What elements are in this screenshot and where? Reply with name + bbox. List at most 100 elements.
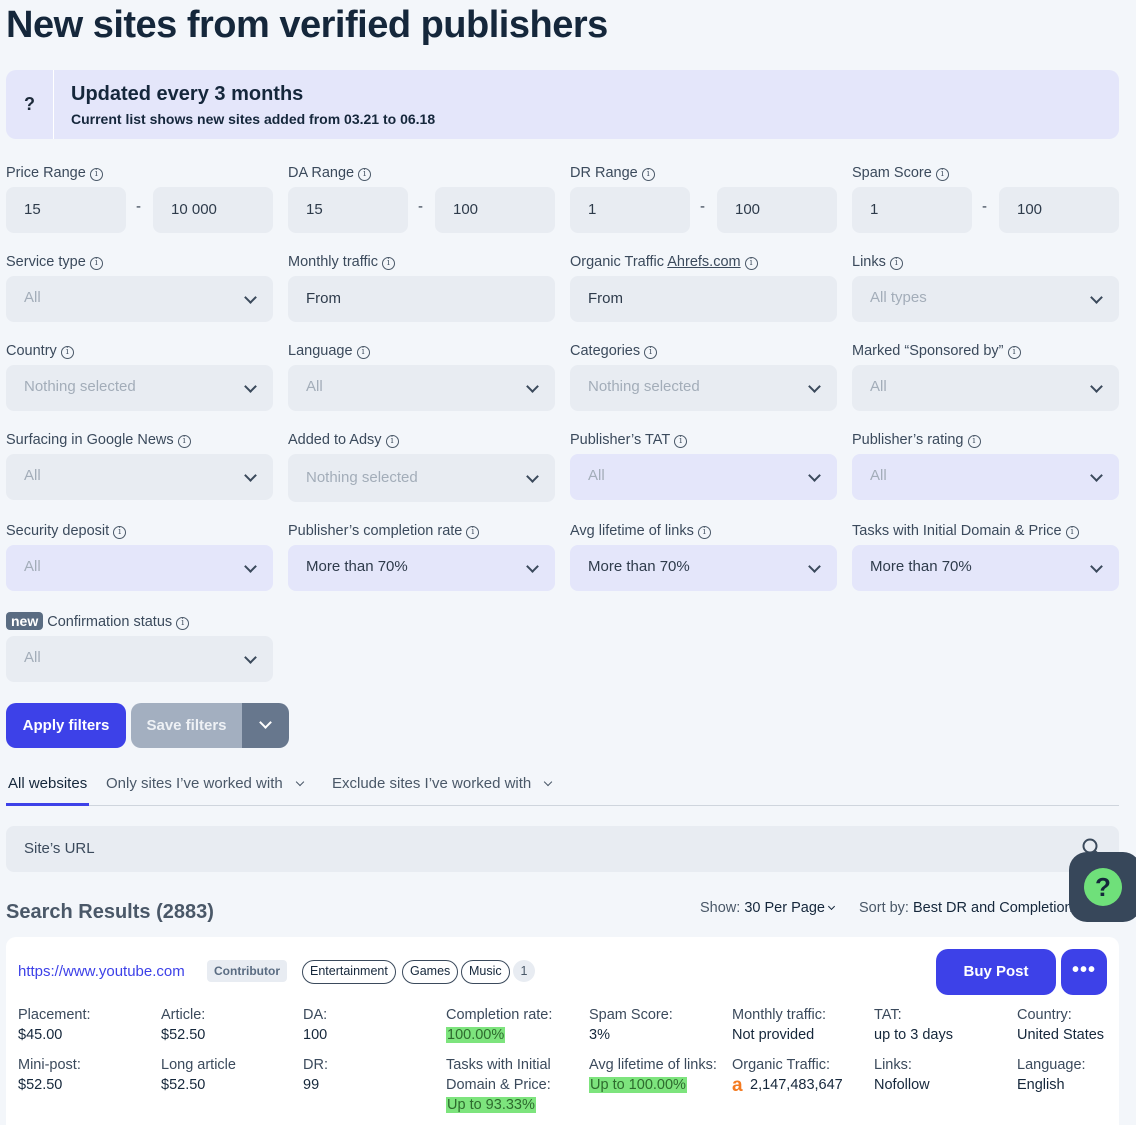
da-min-input[interactable]: 15 (288, 187, 408, 233)
chevron-down-icon (526, 380, 539, 393)
tab-all-websites[interactable]: All websites (8, 775, 87, 792)
category-chip[interactable]: Games (402, 960, 459, 984)
publisher-tat-select[interactable]: All (570, 454, 837, 500)
avg-lifetime-select[interactable]: More than 70% (570, 545, 837, 591)
chevron-down-icon (1090, 291, 1103, 304)
metric-value: $52.50 (18, 1077, 63, 1093)
added-to-adsy-select[interactable]: Nothing selected (288, 454, 555, 502)
banner-title: Updated every 3 months (71, 83, 304, 105)
metric-value: $45.00 (18, 1027, 63, 1043)
chevron-down-icon (808, 560, 821, 573)
language-select[interactable]: All (288, 365, 555, 411)
tab-exclude-worked[interactable]: Exclude sites I’ve worked with (332, 775, 553, 792)
chevron-down-icon (526, 560, 539, 573)
info-icon[interactable]: i (674, 435, 688, 448)
tab-only-worked[interactable]: Only sites I’ve worked with (106, 775, 304, 792)
google-news-select[interactable]: All (6, 454, 273, 500)
publisher-rating-select[interactable]: All (852, 454, 1119, 500)
role-badge: Contributor (207, 960, 287, 982)
chevron-down-icon (544, 777, 553, 787)
chevron-down-icon (244, 560, 257, 573)
country-label: Country i (6, 343, 74, 359)
buy-post-button[interactable]: Buy Post (936, 949, 1056, 995)
spam-max-input[interactable]: 100 (999, 187, 1119, 233)
price-min-input[interactable]: 15 (6, 187, 126, 233)
links-select[interactable]: All types (852, 276, 1119, 322)
metric-label: Completion rate: (446, 1007, 553, 1023)
metric-value: United States (1017, 1027, 1105, 1043)
service-type-select[interactable]: All (6, 276, 273, 322)
metric-value: $52.50 (161, 1077, 206, 1093)
info-icon[interactable]: i (113, 526, 127, 539)
info-icon[interactable]: i (177, 435, 191, 448)
country-select[interactable]: Nothing selected (6, 365, 273, 411)
info-icon[interactable]: i (967, 435, 981, 448)
metric-value: Up to 100.00% (589, 1077, 687, 1093)
more-icon[interactable]: ••• (1061, 949, 1107, 995)
initial-domain-label: Tasks with Initial Domain & Price i (852, 523, 1079, 539)
security-deposit-select[interactable]: All (6, 545, 273, 591)
save-filters-button[interactable]: Save filters (131, 703, 242, 748)
info-icon[interactable]: i (697, 526, 711, 539)
select-value: All (24, 558, 41, 575)
info-icon[interactable]: i (889, 257, 903, 270)
confirmation-select[interactable]: All (6, 636, 273, 682)
info-icon[interactable]: i (382, 257, 395, 270)
chevron-down-icon (808, 469, 821, 482)
ahrefs-link[interactable]: Ahrefs.com (667, 254, 740, 270)
dr-max-input[interactable]: 100 (717, 187, 837, 233)
per-page-select[interactable]: Show: 30 Per Page (700, 900, 836, 916)
metric-value: $52.50 (161, 1027, 206, 1043)
info-icon[interactable]: i (641, 168, 655, 181)
completion-rate-select[interactable]: More than 70% (288, 545, 555, 591)
info-icon[interactable]: i (1007, 346, 1021, 359)
apply-filters-button[interactable]: Apply filters (6, 703, 126, 748)
sponsored-select[interactable]: All (852, 365, 1119, 411)
organic-traffic-label: Organic Traffic Ahrefs.com i (570, 254, 758, 270)
info-icon[interactable]: i (466, 526, 480, 539)
sponsored-label: Marked “Sponsored by” i (852, 343, 1021, 359)
select-value: All (588, 467, 605, 484)
chevron-down-icon (244, 380, 257, 393)
select-value: More than 70% (306, 558, 408, 575)
info-icon[interactable]: i (356, 346, 370, 359)
language-label: Language i (288, 343, 370, 359)
category-chip[interactable]: Entertainment (302, 960, 396, 984)
info-icon[interactable]: i (935, 168, 949, 181)
organic-traffic-input[interactable]: From (570, 276, 837, 322)
chevron-down-icon (244, 469, 257, 482)
select-value: Nothing selected (306, 469, 418, 486)
monthly-traffic-input[interactable]: From (288, 276, 555, 322)
publisher-tat-label: Publisher’s TAT i (570, 432, 688, 448)
help-button[interactable]: ? (1069, 852, 1136, 922)
da-max-input[interactable]: 100 (435, 187, 555, 233)
price-range-label: Price Range i (6, 165, 103, 181)
range-dash: - (982, 198, 987, 215)
select-value: All types (870, 289, 927, 306)
info-icon[interactable]: i (176, 617, 190, 630)
info-icon[interactable]: i (644, 346, 658, 359)
price-max-input[interactable]: 10 000 (153, 187, 273, 233)
save-filters-dropdown[interactable] (242, 703, 289, 748)
category-chip[interactable]: Music (461, 960, 510, 984)
info-icon[interactable]: i (1065, 526, 1079, 539)
dr-min-input[interactable]: 1 (570, 187, 690, 233)
metric-label: DR: (303, 1057, 328, 1073)
info-icon[interactable]: i (385, 435, 399, 448)
info-icon[interactable]: i (60, 346, 74, 359)
info-icon[interactable]: i (358, 168, 372, 181)
site-url-link[interactable]: https://www.youtube.com (18, 963, 185, 980)
confirmation-label: new Confirmation status i (6, 612, 190, 630)
info-icon[interactable]: i (89, 257, 103, 270)
info-icon[interactable]: i (89, 168, 103, 181)
metric-label: Domain & Price: (446, 1077, 551, 1093)
select-value: All (24, 467, 41, 484)
more-categories-count[interactable]: 1 (513, 960, 535, 982)
info-icon[interactable]: i (744, 257, 758, 270)
categories-select[interactable]: Nothing selected (570, 365, 837, 411)
metric-label: TAT: (874, 1007, 902, 1023)
spam-min-input[interactable]: 1 (852, 187, 972, 233)
site-url-search-input[interactable]: Site’s URL (6, 826, 1119, 872)
initial-domain-select[interactable]: More than 70% (852, 545, 1119, 591)
metric-value: English (1017, 1077, 1065, 1093)
